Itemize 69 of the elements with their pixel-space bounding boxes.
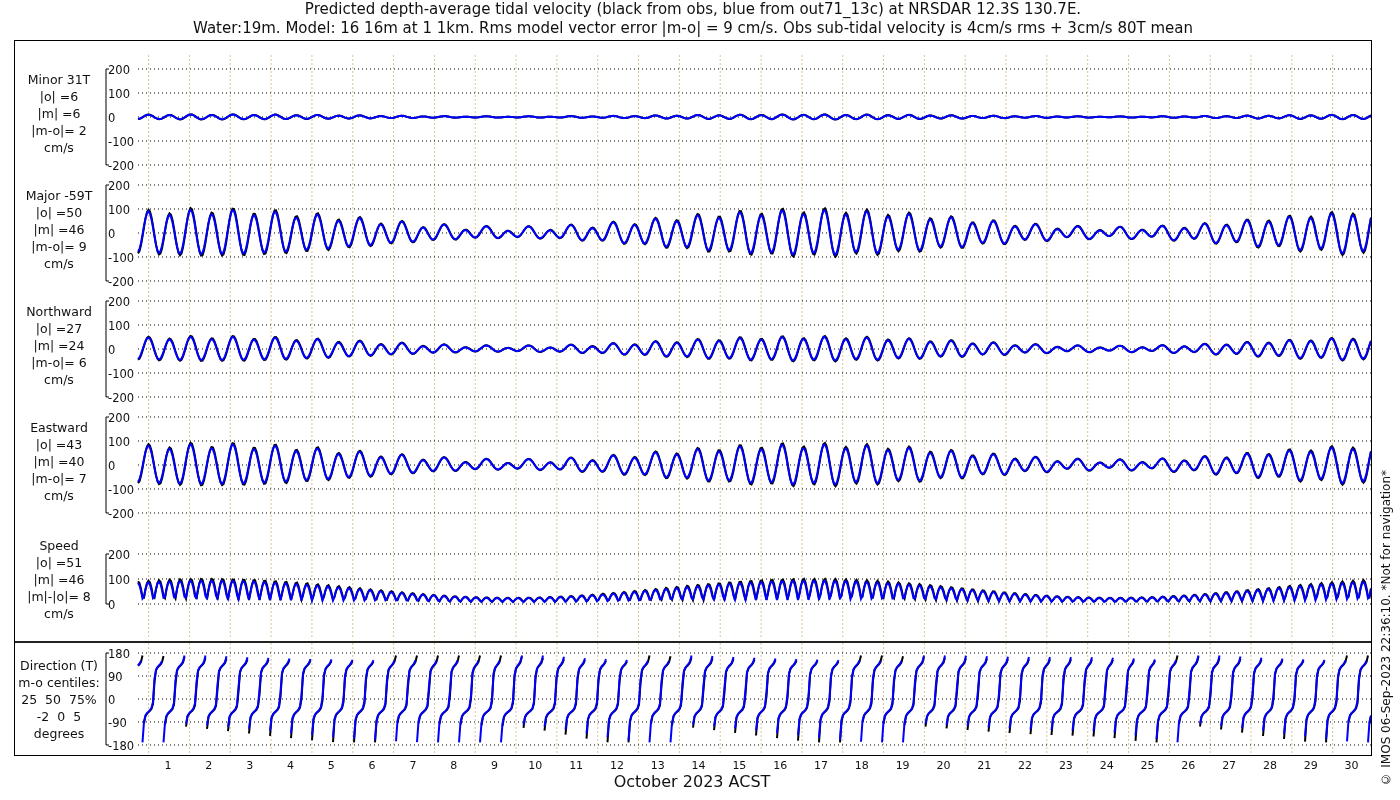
- x-tick-label: 25: [1139, 759, 1156, 772]
- y-tick-label: 100: [108, 572, 130, 587]
- x-tick-label: 26: [1180, 759, 1197, 772]
- x-tick-label: 2: [204, 759, 214, 772]
- panel-label: Minor 31T |o| =6 |m| =6 |m-o|= 2 cm/s: [26, 70, 92, 156]
- y-tick-label: 100: [108, 202, 130, 217]
- y-tick-label: -180: [108, 738, 135, 753]
- x-tick-label: 3: [245, 759, 255, 772]
- panel-label: Speed |o| =51 |m| =46 |m|-|o|= 8 cm/s: [26, 536, 92, 622]
- y-tick-label: 0: [108, 458, 116, 473]
- x-tick-label: 10: [527, 759, 544, 772]
- y-tick-label: 0: [108, 226, 116, 241]
- x-tick-label: 19: [894, 759, 911, 772]
- y-tick-label: -90: [108, 715, 127, 730]
- y-tick-label: -200: [108, 506, 135, 519]
- x-tick-label: 16: [772, 759, 789, 772]
- copyright-note: © IMOS 06-Sep-2023 22:36:10. *Not for navigation*: [1379, 470, 1393, 786]
- x-tick-label: 5: [326, 759, 336, 772]
- x-tick-label: 6: [367, 759, 377, 772]
- x-tick-label: 22: [1017, 759, 1034, 772]
- y-tick-label: 0: [108, 597, 116, 612]
- y-tick-label: -200: [108, 274, 135, 287]
- x-tick-label: 28: [1261, 759, 1278, 772]
- x-tick-label: 18: [853, 759, 870, 772]
- x-tick-label: 12: [608, 759, 625, 772]
- x-tick-label: 8: [449, 759, 459, 772]
- x-tick-label: 20: [935, 759, 952, 772]
- x-tick-label: 23: [1057, 759, 1074, 772]
- y-tick-label: 90: [108, 669, 123, 684]
- y-tick-label: -100: [108, 366, 135, 381]
- y-tick-label: 100: [108, 318, 130, 333]
- y-tick-label: 200: [108, 178, 130, 193]
- y-tick-label: -200: [108, 158, 135, 171]
- y-tick-label: -100: [108, 134, 135, 149]
- y-tick-label: 0: [108, 342, 116, 357]
- y-tick-label: 100: [108, 86, 130, 101]
- chart-subtitle: Water:19m. Model: 16 16m at 1 1km. Rms model vector error |m-o| = 9 cm/s. Obs sub-tidal velocity is 4cm/s rms + 3cm/s 80T mean: [193, 19, 1193, 38]
- y-tick-label: 200: [108, 547, 130, 562]
- x-tick-label: 29: [1302, 759, 1319, 772]
- x-tick-label: 7: [408, 759, 418, 772]
- y-tick-label: 100: [108, 434, 130, 449]
- panel-label: Eastward |o| =43 |m| =40 |m-o|= 7 cm/s: [29, 418, 89, 504]
- x-tick-label: 17: [813, 759, 829, 772]
- y-tick-label: -100: [108, 482, 135, 497]
- x-tick-label: 13: [649, 759, 666, 772]
- x-tick-label: 21: [976, 759, 993, 772]
- y-tick-label: -100: [108, 250, 135, 265]
- x-tick-label: 11: [568, 759, 585, 772]
- y-tick-label: 0: [108, 692, 116, 707]
- x-tick-label: 1: [163, 759, 173, 772]
- y-tick-label: 0: [108, 110, 116, 125]
- y-tick-label: -200: [108, 390, 135, 403]
- x-tick-label: 9: [490, 759, 499, 772]
- y-tick-label: 180: [108, 646, 130, 661]
- y-tick-label: 200: [108, 294, 130, 309]
- y-tick-label: 200: [108, 410, 130, 425]
- x-tick-label: 24: [1098, 759, 1115, 772]
- panel-label: Direction (T) m-o centiles: 25 50 75% -2 0 5 degrees: [17, 656, 101, 742]
- y-axis-line: [105, 553, 110, 605]
- x-tick-label: 27: [1221, 759, 1238, 772]
- x-axis-label: October 2023 ACST: [613, 772, 771, 791]
- x-tick-label: 4: [285, 759, 295, 772]
- panel-label: Major -59T |o| =50 |m| =46 |m-o|= 9 cm/s: [24, 186, 94, 272]
- y-tick-label: 200: [108, 62, 130, 77]
- x-tick-label: 14: [690, 759, 707, 772]
- panel-label: Northward |o| =27 |m| =24 |m-o|= 6 cm/s: [25, 302, 93, 388]
- x-tick-label: 15: [731, 759, 748, 772]
- chart-title: Predicted depth-average tidal velocity (black from obs, blue from out71_13c) at NRSDAR 12.3S 130.7E.: [304, 0, 1082, 19]
- x-tick-label: 30: [1343, 759, 1360, 772]
